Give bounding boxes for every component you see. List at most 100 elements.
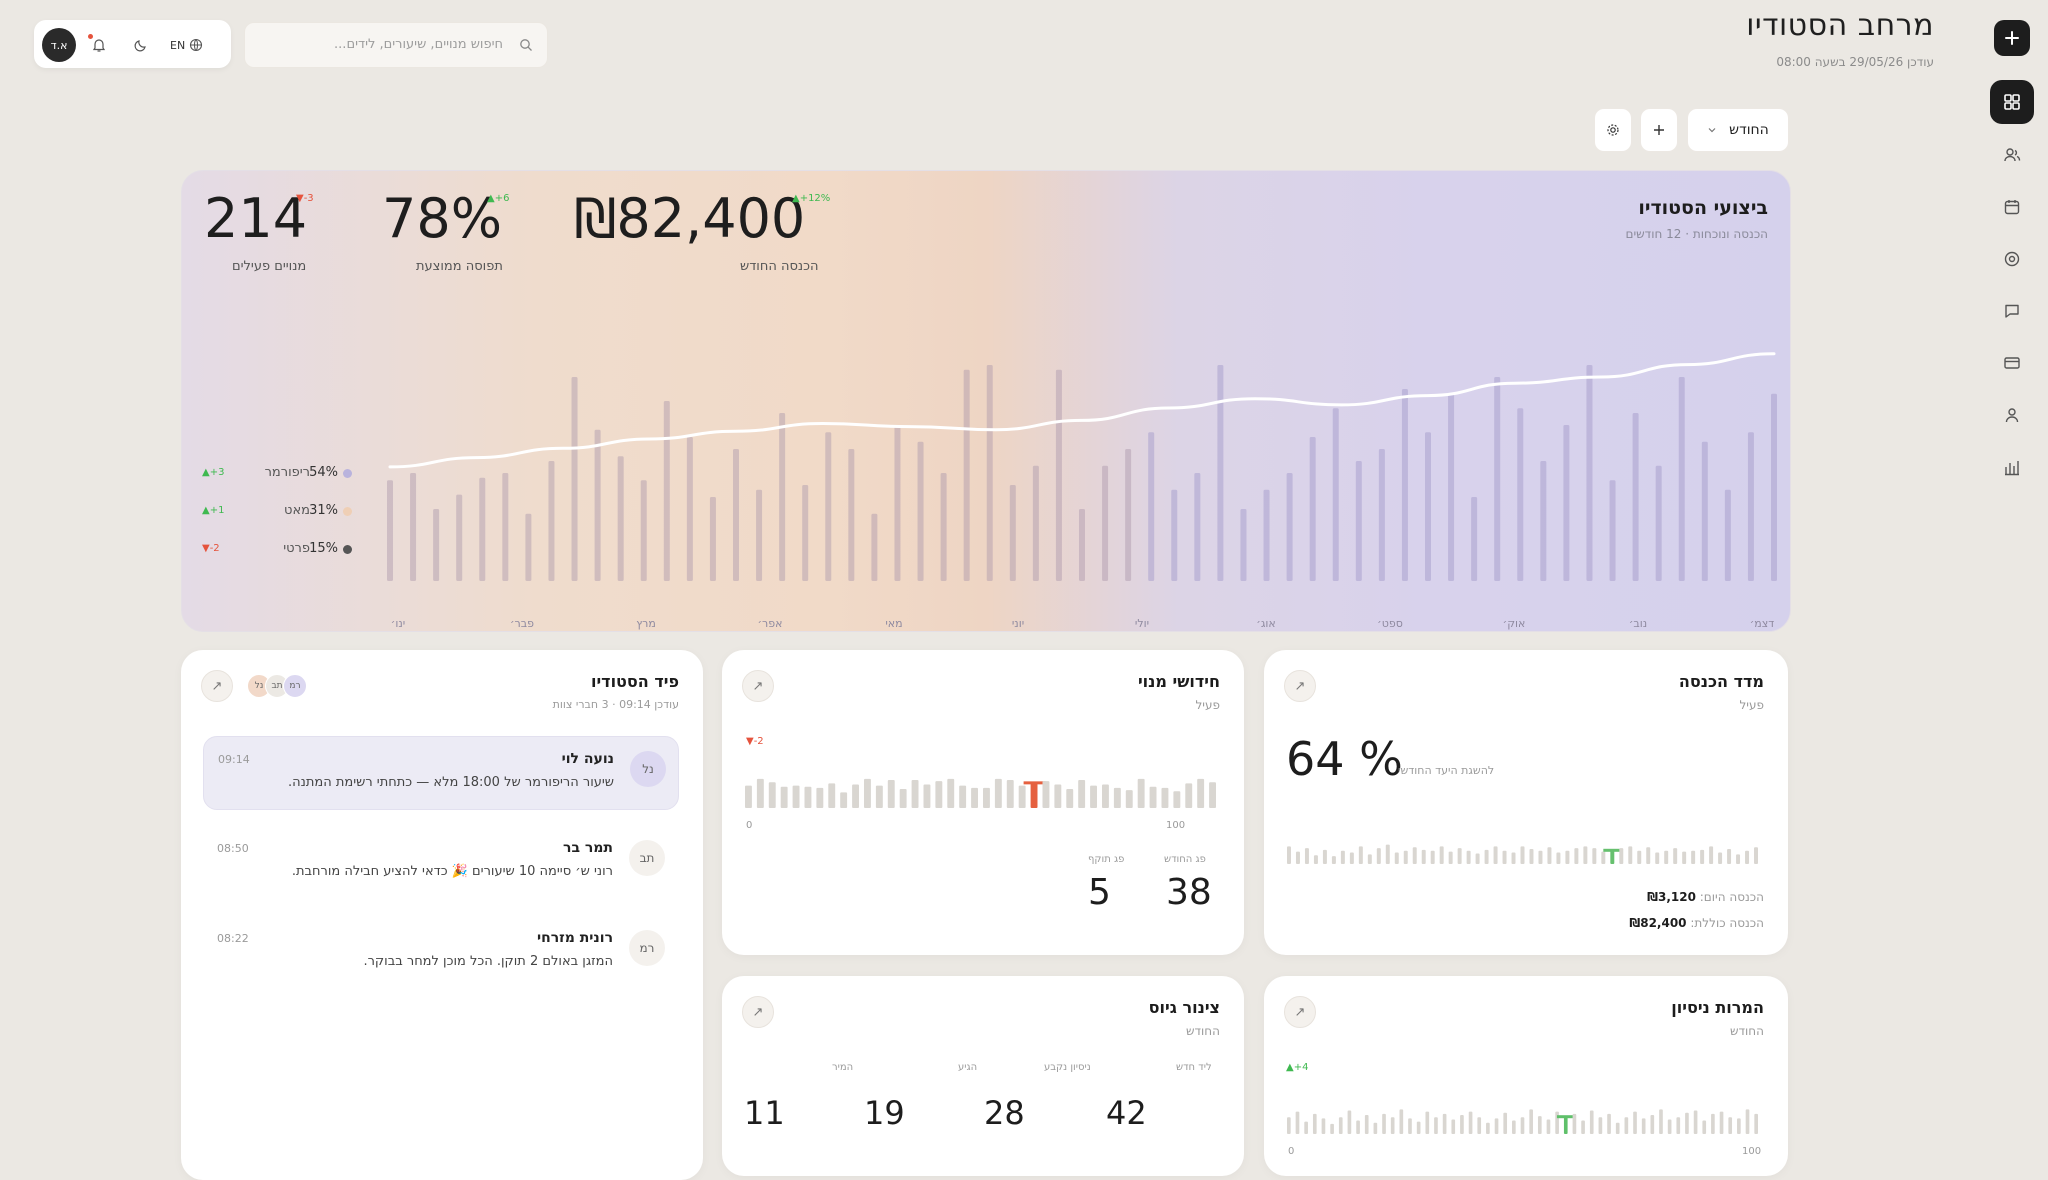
user-icon bbox=[2005, 408, 2019, 423]
studio-performance-card: ביצועי הסטודיו הכנסה ונוכחות · 12 חודשים… bbox=[181, 170, 1791, 632]
chart-bar bbox=[709, 497, 716, 581]
histogram-bar bbox=[1727, 849, 1732, 864]
histogram-bar bbox=[1546, 1119, 1551, 1134]
chart-bar bbox=[1332, 408, 1339, 581]
expand-button[interactable]: ↗ bbox=[742, 996, 774, 1028]
sidebar-item-reports[interactable] bbox=[2000, 455, 2024, 479]
histogram-bar bbox=[1693, 1110, 1698, 1134]
chart-bar bbox=[1586, 365, 1593, 581]
histogram-bar bbox=[1185, 783, 1193, 808]
histogram-bar bbox=[804, 786, 812, 808]
histogram-bar bbox=[959, 785, 967, 808]
chart-bar bbox=[894, 425, 901, 581]
search-input[interactable]: חיפוש מנויים, שיעורים, לידים... bbox=[244, 22, 548, 68]
histogram-bar bbox=[756, 778, 764, 808]
histogram-bar bbox=[1382, 1113, 1386, 1134]
settings-button[interactable] bbox=[1594, 108, 1632, 152]
label-expired: פג תוקף bbox=[1088, 854, 1125, 865]
histogram-bar bbox=[1385, 844, 1390, 864]
expand-button[interactable]: ↗ bbox=[1284, 996, 1316, 1028]
expand-button[interactable]: ↗ bbox=[201, 670, 233, 702]
histogram-bar bbox=[1565, 850, 1570, 864]
expand-button[interactable]: ↗ bbox=[1284, 670, 1316, 702]
histogram-bar bbox=[1425, 1111, 1430, 1134]
histogram-bar bbox=[1376, 848, 1381, 864]
chart-bar bbox=[640, 480, 647, 581]
histogram-bar bbox=[1321, 1118, 1326, 1134]
histogram-bar bbox=[1529, 1109, 1533, 1134]
chart-bar bbox=[1494, 377, 1501, 581]
histogram-bar bbox=[1484, 849, 1489, 864]
notifications-button[interactable] bbox=[86, 32, 112, 58]
histogram-bar bbox=[1347, 1110, 1352, 1134]
recruitment-pipeline-card: צינור גיוס החודש ↗ ליד חדש ניסיון נקבע ה… bbox=[722, 976, 1244, 1176]
feed-avatar: תב bbox=[629, 840, 665, 876]
avatar[interactable]: א.ד bbox=[42, 28, 76, 62]
sidebar-item-reformer[interactable] bbox=[2000, 247, 2024, 271]
feed-item[interactable]: נל נועה לוי שיעור הריפורמר של 18:00 מלא … bbox=[203, 736, 679, 810]
chart-bar bbox=[594, 429, 601, 581]
axis-max: 100 bbox=[1166, 820, 1186, 831]
histogram-bar bbox=[1607, 1113, 1611, 1134]
month-tick: יוני bbox=[1012, 617, 1024, 630]
histogram-bar bbox=[1718, 852, 1723, 864]
sidebar-item-dashboard[interactable] bbox=[1990, 80, 2034, 124]
histogram-bar bbox=[1477, 1117, 1482, 1134]
revenue-gauge-title: מדד הכנסה bbox=[1678, 672, 1764, 691]
histogram-bar bbox=[1287, 1117, 1291, 1134]
histogram-bar bbox=[1610, 850, 1615, 864]
language-switcher[interactable]: EN bbox=[170, 32, 203, 58]
chart-bar bbox=[1563, 425, 1570, 581]
chart-bar bbox=[1771, 393, 1777, 581]
sidebar-item-messages[interactable] bbox=[2000, 299, 2024, 323]
sidebar-item-members[interactable] bbox=[2000, 143, 2024, 167]
chart-bar bbox=[1148, 432, 1155, 581]
value-expiring: 38 bbox=[1166, 872, 1212, 913]
histogram-bar bbox=[1006, 780, 1014, 808]
histogram-bar bbox=[1349, 852, 1354, 864]
histogram-bar bbox=[1322, 849, 1327, 864]
histogram-bar bbox=[840, 792, 848, 808]
feed-author: תמר בר bbox=[563, 840, 613, 856]
sidebar-item-profile[interactable] bbox=[2000, 403, 2024, 427]
histogram-bar bbox=[1493, 846, 1498, 864]
add-button[interactable] bbox=[1640, 108, 1678, 152]
histogram-bar bbox=[1358, 846, 1363, 864]
chart-bar bbox=[779, 413, 786, 581]
histogram-bar bbox=[1512, 1120, 1516, 1134]
histogram-bar bbox=[1511, 852, 1516, 864]
trials-subtitle: החודש bbox=[1729, 1024, 1764, 1038]
create-button[interactable] bbox=[1994, 20, 2030, 56]
chart-bar bbox=[1055, 369, 1062, 581]
histogram-bar bbox=[1394, 852, 1399, 864]
histogram-bar bbox=[1624, 1117, 1629, 1134]
chart-bar bbox=[479, 477, 486, 581]
expand-button[interactable]: ↗ bbox=[742, 670, 774, 702]
trial-conversions-card: המרות ניסיון החודש ↗ ▲+4 0 100 bbox=[1264, 976, 1788, 1176]
chart-bar bbox=[1747, 432, 1754, 581]
histogram-bar bbox=[1494, 1118, 1499, 1134]
feed-message: רוני ש׳ סיימה 10 שיעורים 🎉 כדאי להציע חב… bbox=[291, 864, 613, 879]
renewals-title: חידושי מנוי bbox=[1137, 672, 1220, 691]
histogram-bar bbox=[1709, 846, 1714, 864]
histogram-bar bbox=[1520, 1117, 1525, 1134]
histogram-bar bbox=[1572, 1113, 1577, 1134]
expand-icon: ↗ bbox=[1294, 1004, 1306, 1020]
histogram-bar bbox=[1125, 790, 1133, 808]
sidebar-item-billing[interactable] bbox=[2000, 351, 2024, 375]
histogram-bar bbox=[1054, 784, 1062, 808]
histogram-bar bbox=[1330, 1123, 1334, 1134]
histogram-bar bbox=[1331, 856, 1336, 864]
chart-bar bbox=[1009, 485, 1016, 581]
sidebar-item-calendar[interactable] bbox=[2000, 195, 2024, 219]
period-select[interactable]: החודש bbox=[1687, 108, 1789, 152]
renewals-subtitle: פעיל bbox=[1195, 698, 1220, 712]
histogram-bar bbox=[1745, 1109, 1750, 1134]
histogram-bar bbox=[1637, 850, 1642, 864]
feed-author: רונית מזרחי bbox=[536, 930, 613, 946]
chart-bar bbox=[1655, 465, 1662, 581]
feed-item[interactable]: תב תמר בר רוני ש׳ סיימה 10 שיעורים 🎉 כדא… bbox=[203, 826, 677, 898]
feed-item[interactable]: רמ רונית מזרחי המזגן באולם 2 תוקן. הכל מ… bbox=[203, 916, 677, 988]
theme-toggle[interactable] bbox=[128, 32, 154, 58]
revenue-histogram bbox=[1287, 844, 1758, 864]
